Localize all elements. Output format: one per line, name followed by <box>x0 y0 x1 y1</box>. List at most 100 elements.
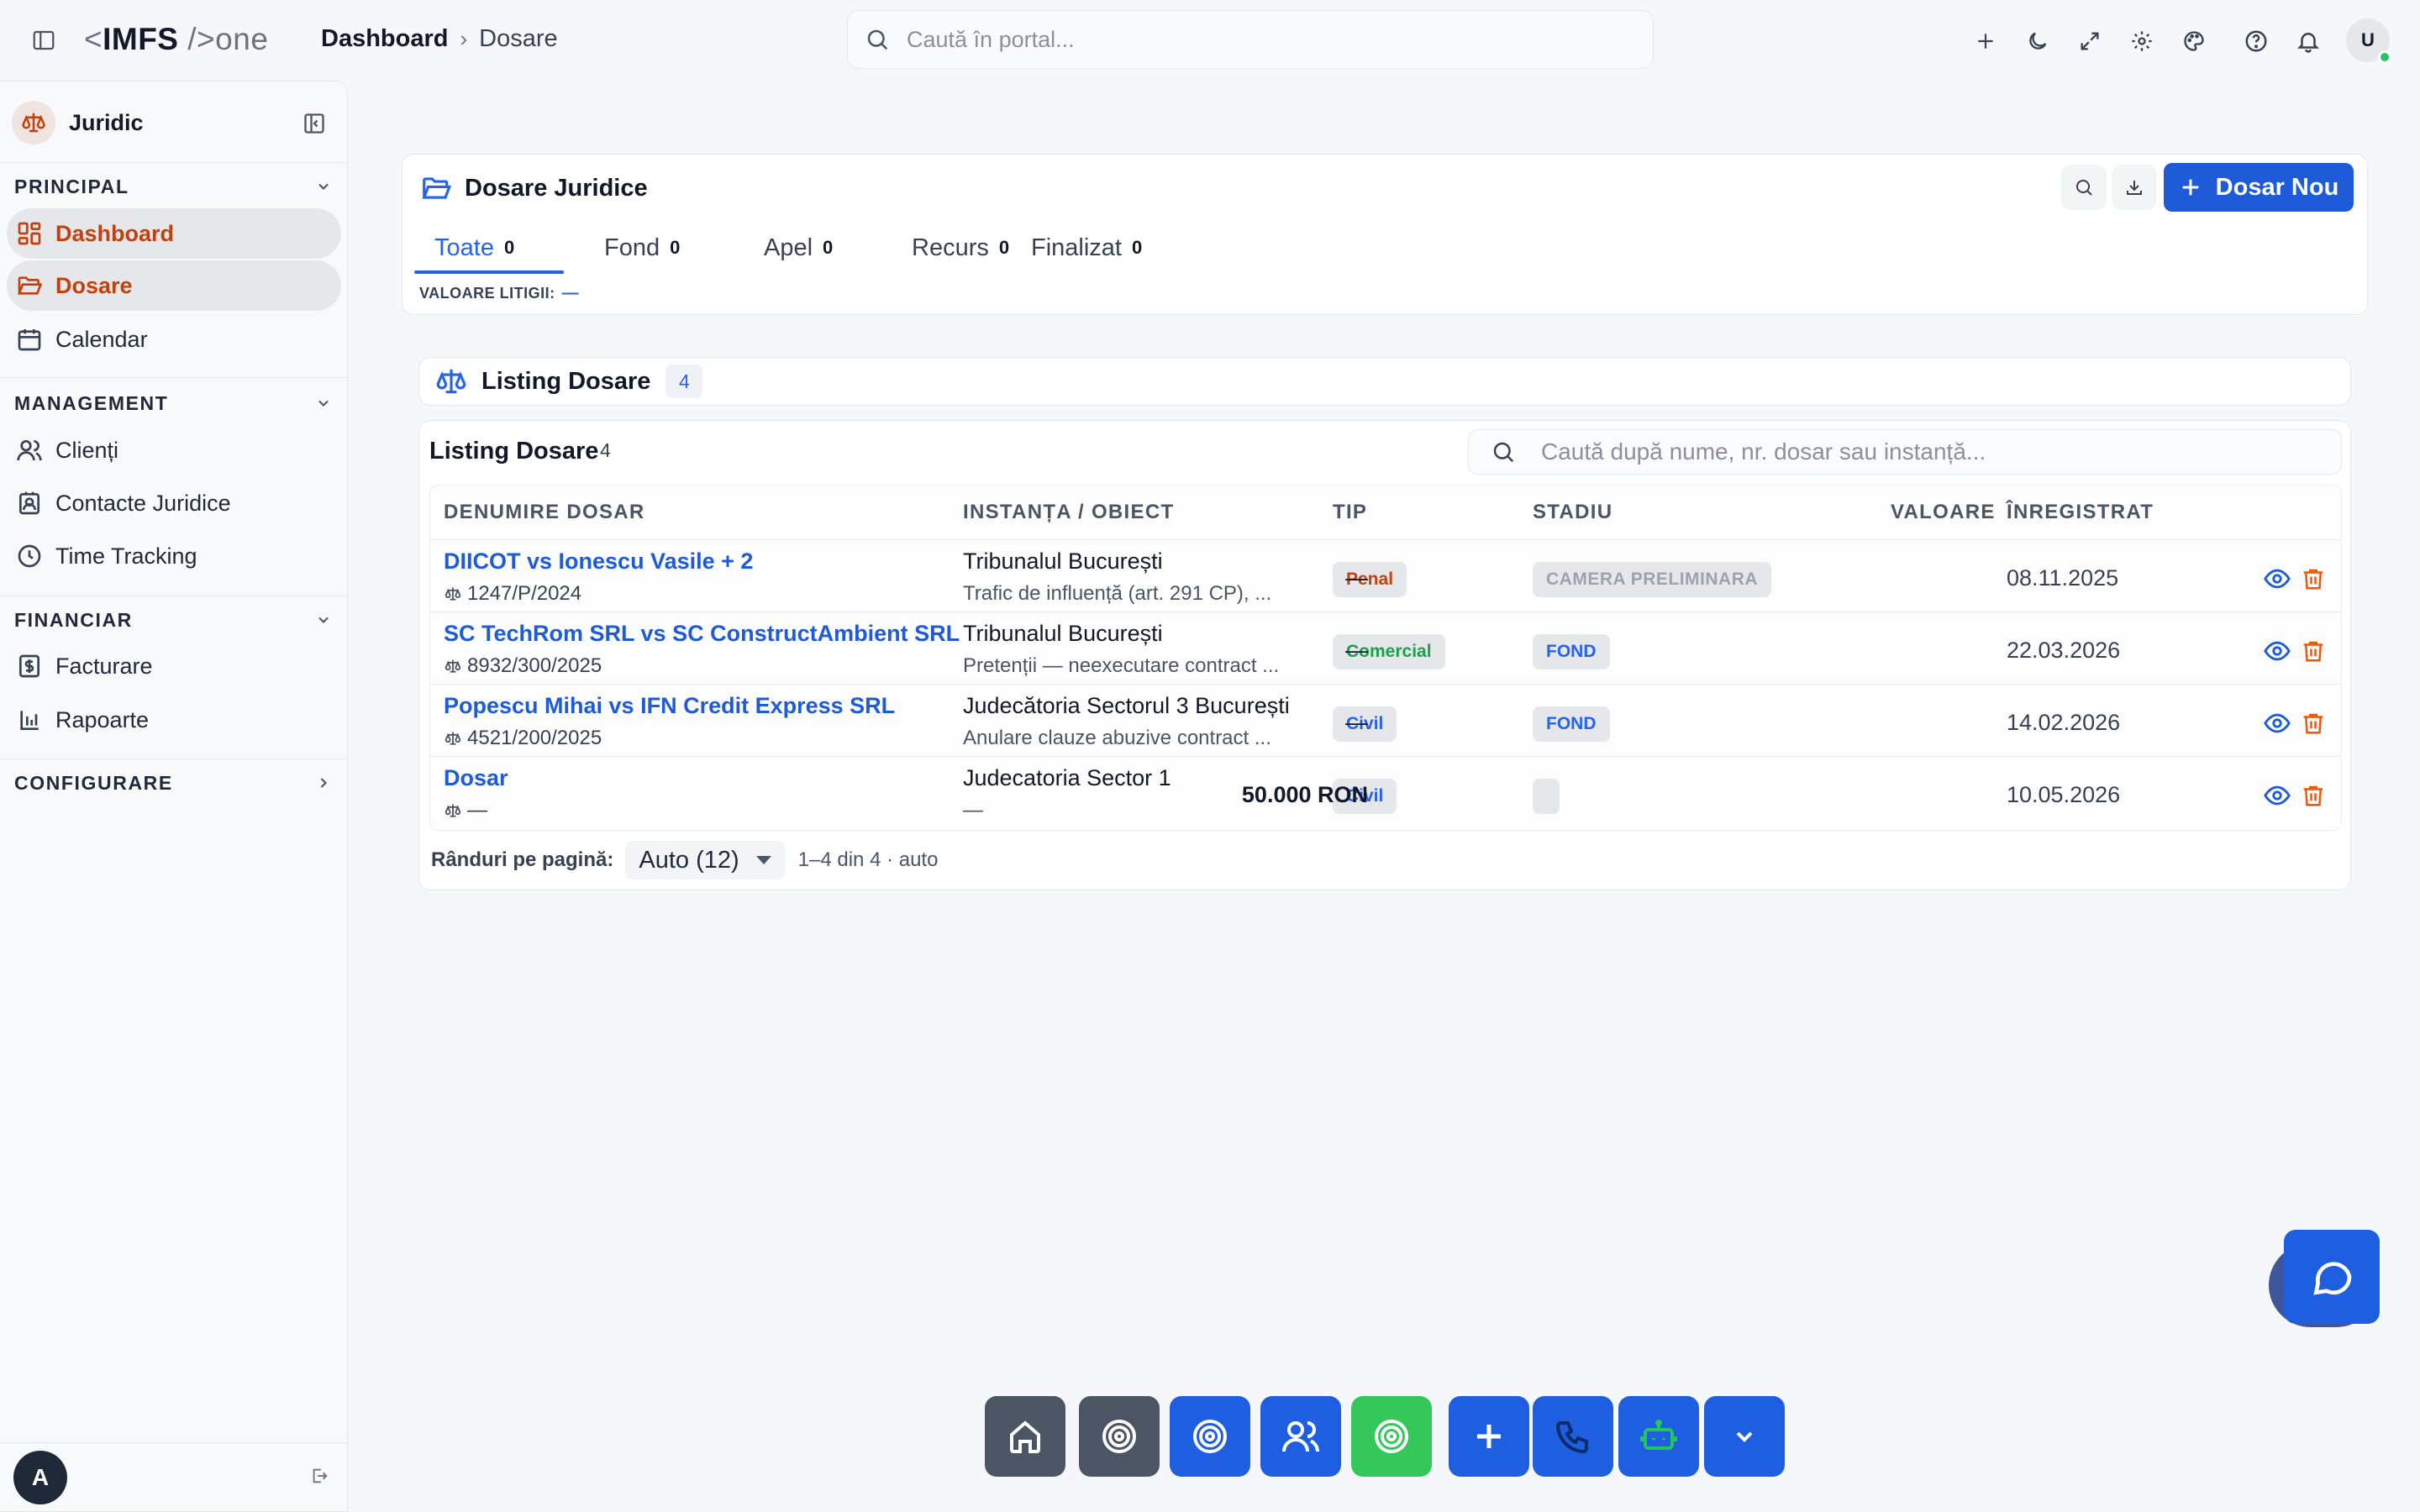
portal-search-input[interactable] <box>907 26 1579 53</box>
breadcrumb-dashboard[interactable]: Dashboard <box>321 25 448 53</box>
case-value: — <box>1345 565 1368 591</box>
case-name-link[interactable]: Dosar <box>444 765 508 791</box>
trash-icon[interactable] <box>2299 780 2328 811</box>
sidebar-header: Juridic <box>12 100 339 145</box>
rows-per-page-label: Rânduri pe pagină: <box>431 848 614 871</box>
logout-icon[interactable] <box>308 1464 331 1488</box>
dock-add-button[interactable] <box>1449 1396 1529 1477</box>
dock-home-button[interactable] <box>985 1396 1065 1477</box>
dock-users-button[interactable] <box>1260 1396 1341 1477</box>
column-header[interactable]: STADIU <box>1533 501 1612 524</box>
search-icon[interactable] <box>2061 165 2107 210</box>
table-search[interactable] <box>1468 429 2342 475</box>
plus-icon[interactable] <box>1971 27 2000 55</box>
chevron-right-icon[interactable] <box>313 772 334 794</box>
tab-fond[interactable]: Fond 0 <box>564 222 718 274</box>
users-icon <box>1281 1416 1321 1457</box>
litigation-value-label: VALOARE LITIGII: <box>419 285 555 302</box>
column-header[interactable]: DENUMIRE DOSAR <box>444 501 645 524</box>
trash-icon[interactable] <box>2299 564 2328 594</box>
moon-icon[interactable] <box>2023 27 2052 55</box>
rows-per-page-select[interactable]: Auto (12) <box>625 841 785 879</box>
case-name-link[interactable]: SC TechRom SRL vs SC ConstructAmbient SR… <box>444 621 960 647</box>
account-avatar[interactable]: A <box>13 1451 67 1504</box>
chat-button[interactable] <box>2284 1230 2380 1324</box>
case-number-text: 1247/P/2024 <box>467 582 582 605</box>
bell-icon[interactable] <box>2294 27 2323 55</box>
sidebar-item-label: Rapoarte <box>55 706 150 732</box>
sidebar-item-dashboard[interactable]: Dashboard <box>7 208 341 259</box>
sidebar-toggle-icon[interactable] <box>30 27 57 54</box>
sidebar-item-time-tracking[interactable]: Time Tracking <box>7 531 341 581</box>
section-configurare[interactable]: CONFIGURARE <box>14 772 173 795</box>
scale-icon <box>12 101 55 144</box>
table-row[interactable]: Dosar — Judecatoria Sector 1 — Civil 50.… <box>430 756 2341 828</box>
table-search-input[interactable] <box>1541 438 2297 465</box>
tab-count: 0 <box>503 237 515 258</box>
chevron-down-icon[interactable] <box>313 609 334 631</box>
section-management[interactable]: MANAGEMENT <box>14 392 168 415</box>
view-icon[interactable] <box>2262 636 2292 666</box>
sidebar-item-calendar[interactable]: Calendar <box>7 314 341 365</box>
column-header[interactable]: INSTANȚA / OBIECT <box>963 501 1174 524</box>
view-icon[interactable] <box>2262 780 2292 811</box>
app-logo[interactable]: <IMFS />one <box>84 22 268 57</box>
palette-icon[interactable] <box>2180 27 2208 55</box>
table-row[interactable]: DIICOT vs Ionescu Vasile + 2 1247/P/2024… <box>430 539 2341 612</box>
dock-robot-button[interactable] <box>1618 1396 1699 1477</box>
table-row[interactable]: SC TechRom SRL vs SC ConstructAmbient SR… <box>430 612 2341 684</box>
case-value: — <box>1345 638 1368 663</box>
sidebar-item-facturare[interactable]: Facturare <box>7 641 341 691</box>
column-header[interactable]: TIP <box>1333 501 1367 524</box>
folder-open-icon <box>419 171 453 205</box>
sidebar-item-clienti[interactable]: Clienți <box>7 425 341 475</box>
new-case-button[interactable]: Dosar Nou <box>2164 163 2354 212</box>
user-avatar[interactable]: U <box>2346 18 2391 64</box>
contact-card-icon <box>15 489 44 517</box>
tab-recurs[interactable]: Recurs 0 <box>863 222 1011 274</box>
sidebar-item-contacte-juridice[interactable]: Contacte Juridice <box>7 478 341 528</box>
case-name-link[interactable]: Popescu Mihai vs IFN Credit Express SRL <box>444 693 895 719</box>
dock-target-button[interactable] <box>1170 1396 1250 1477</box>
pagination: Rânduri pe pagină: Auto (12) 1–4 din 4 ·… <box>431 841 938 879</box>
dock-more-button[interactable] <box>1704 1396 1785 1477</box>
view-icon[interactable] <box>2262 708 2292 738</box>
tab-finalizat[interactable]: Finalizat 0 <box>1011 222 1162 274</box>
download-icon[interactable] <box>2112 165 2157 210</box>
case-number: 1247/P/2024 <box>444 582 581 606</box>
tab-count: 0 <box>1132 237 1143 258</box>
section-financiar[interactable]: FINANCIAR <box>14 609 133 632</box>
column-header[interactable]: VALOARE <box>1891 501 1996 524</box>
dashboard-icon <box>15 219 44 248</box>
sidebar: Juridic PRINCIPAL Dashboard Dosare Calen… <box>0 81 348 1512</box>
scale-icon <box>444 657 462 675</box>
invoice-icon <box>15 652 44 680</box>
registered-date: 14.02.2026 <box>2007 710 2121 735</box>
stage-badge: FOND <box>1533 706 1610 742</box>
collapse-sidebar-icon[interactable] <box>301 110 328 137</box>
divider <box>0 377 348 378</box>
help-icon[interactable] <box>2242 27 2270 55</box>
settings-icon[interactable] <box>2128 27 2156 55</box>
org-name: Juridic <box>69 109 144 135</box>
sidebar-item-dosare[interactable]: Dosare <box>7 260 341 311</box>
tab-count: 0 <box>823 237 834 258</box>
sidebar-item-rapoarte[interactable]: Rapoarte <box>7 695 341 745</box>
section-principal[interactable]: PRINCIPAL <box>14 176 129 198</box>
tab-toate[interactable]: Toate 0 <box>414 222 564 274</box>
dock-phone-button[interactable] <box>1533 1396 1613 1477</box>
chevron-down-icon[interactable] <box>313 392 334 414</box>
case-name-link[interactable]: DIICOT vs Ionescu Vasile + 2 <box>444 549 753 575</box>
column-header[interactable]: ÎNREGISTRAT <box>2007 501 2154 524</box>
table-row[interactable]: Popescu Mihai vs IFN Credit Express SRL … <box>430 684 2341 756</box>
case-value: — <box>1345 710 1368 735</box>
view-icon[interactable] <box>2262 564 2292 594</box>
trash-icon[interactable] <box>2299 708 2328 738</box>
expand-icon[interactable] <box>2075 27 2104 55</box>
dock-target-button[interactable] <box>1079 1396 1160 1477</box>
portal-search[interactable] <box>847 10 1654 69</box>
trash-icon[interactable] <box>2299 636 2328 666</box>
dock-target-button[interactable] <box>1351 1396 1432 1477</box>
tab-apel[interactable]: Apel 0 <box>718 222 863 274</box>
chevron-down-icon[interactable] <box>313 176 334 197</box>
